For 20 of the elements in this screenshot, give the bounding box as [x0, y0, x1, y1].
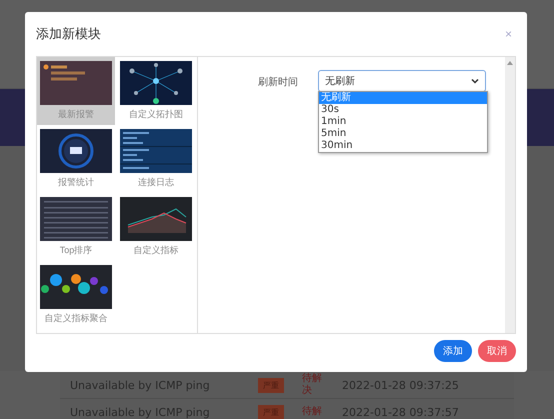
module-tile[interactable]: 最新报警 [37, 57, 115, 125]
module-tile[interactable]: Top排序 [37, 193, 115, 261]
status-text: 待解 [302, 406, 322, 418]
module-tile[interactable]: 报警统计 [37, 125, 115, 193]
cancel-button[interactable]: 取消 [478, 340, 516, 362]
dropdown-option[interactable]: 无刷新 [319, 92, 487, 104]
dialog-title: 添加新模块 [36, 26, 101, 43]
dropdown-option[interactable]: 30min [319, 140, 487, 152]
status-text: 待解决 [302, 373, 322, 397]
refresh-select[interactable]: 无刷新 [318, 70, 486, 92]
module-tile[interactable]: 自定义指标聚合 [37, 261, 115, 329]
module-tile[interactable]: 自定义指标 [117, 193, 195, 261]
close-button[interactable]: × [500, 27, 516, 41]
dropdown-option[interactable]: 30s [319, 104, 487, 116]
dropdown-option[interactable]: 1min [319, 116, 487, 128]
module-tile[interactable]: 连接日志 [117, 125, 195, 193]
dropdown-option[interactable]: 5min [319, 128, 487, 140]
field-label: 刷新时间 [258, 76, 298, 89]
module-tile[interactable]: 自定义拓扑图 [117, 57, 195, 125]
add-button[interactable]: 添加 [434, 340, 472, 362]
